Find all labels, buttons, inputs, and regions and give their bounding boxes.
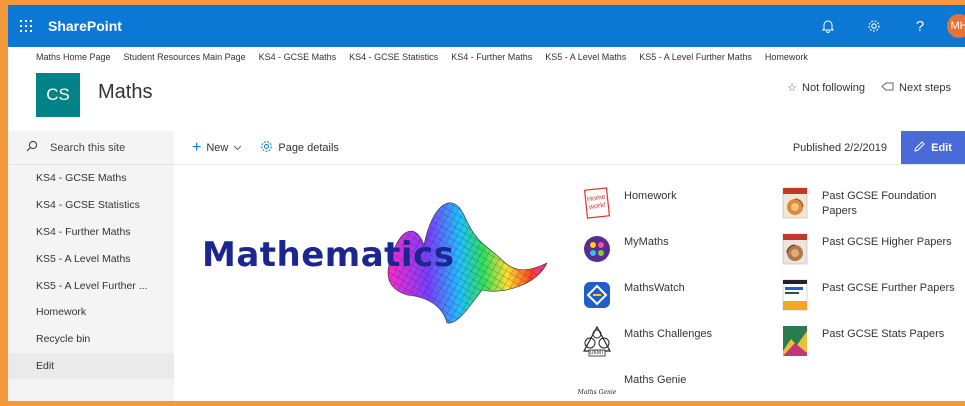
follow-button[interactable]: ☆ Not following bbox=[787, 81, 866, 95]
next-steps-label: Next steps bbox=[899, 81, 951, 94]
quicklink-homework[interactable]: Home work! Homework bbox=[582, 187, 772, 223]
topnav-item[interactable]: Student Resources Main Page bbox=[124, 52, 246, 62]
quicklink-label: Past GCSE Higher Papers bbox=[822, 236, 952, 248]
maths-genie-icon: Maths Genie bbox=[578, 371, 617, 401]
app-name[interactable]: SharePoint bbox=[48, 18, 122, 34]
command-bar: + New Page details Published 2/2/2019 Ed… bbox=[174, 131, 965, 165]
suite-bar: SharePoint ? MH bbox=[8, 5, 965, 47]
plus-icon: + bbox=[192, 138, 202, 156]
quicklink-past-gcse-stats[interactable]: Past GCSE Stats Papers bbox=[780, 325, 965, 361]
avatar[interactable]: MH bbox=[947, 14, 965, 38]
sharepoint-window: SharePoint ? MH Maths Home Page Student … bbox=[8, 5, 965, 401]
nav-item-ks4-gcse-statistics[interactable]: KS4 - GCSE Statistics bbox=[8, 192, 174, 219]
gcse-foundation-cover-icon bbox=[780, 187, 810, 219]
ukmt-icon-text: UKMT bbox=[589, 350, 605, 356]
edit-label: Edit bbox=[931, 141, 952, 154]
page-details-label: Page details bbox=[278, 141, 339, 154]
maths-genie-icon-text: Maths Genie bbox=[577, 388, 617, 396]
quicklink-past-gcse-further[interactable]: Past GCSE Further Papers bbox=[780, 279, 965, 315]
homework-icon-text: Home work! bbox=[586, 193, 607, 212]
quicklink-maths-challenges[interactable]: UKMT Maths Challenges bbox=[582, 325, 772, 361]
topnav-item[interactable]: Homework bbox=[765, 52, 808, 62]
topnav-item[interactable]: KS5 - A Level Further Maths bbox=[639, 52, 752, 62]
star-icon: ☆ bbox=[787, 82, 798, 94]
flag-icon bbox=[881, 82, 894, 94]
gcse-higher-cover-icon bbox=[780, 233, 810, 265]
hero-image[interactable]: Mathematics bbox=[202, 185, 562, 335]
nav-item-ks5-a-level-further[interactable]: KS5 - A Level Further ... bbox=[8, 272, 174, 299]
published-status: Published 2/2/2019 bbox=[792, 142, 887, 154]
page-content: Mathematics Home work! Homework MyMaths bbox=[174, 165, 965, 401]
nav-edit-link[interactable]: Edit bbox=[8, 352, 174, 380]
pencil-icon bbox=[914, 140, 925, 155]
quicklink-label: Past GCSE Stats Papers bbox=[822, 328, 945, 340]
topnav-item[interactable]: KS4 - GCSE Statistics bbox=[349, 52, 438, 62]
topnav-item[interactable]: Maths Home Page bbox=[36, 52, 111, 62]
quicklink-past-gcse-higher[interactable]: Past GCSE Higher Papers bbox=[780, 233, 965, 269]
site-title[interactable]: Maths bbox=[98, 81, 152, 104]
nav-item-ks4-further-maths[interactable]: KS4 - Further Maths bbox=[8, 219, 174, 246]
follow-label: Not following bbox=[802, 81, 866, 94]
topnav-item[interactable]: KS4 - Further Maths bbox=[451, 52, 532, 62]
nav-item-homework[interactable]: Homework bbox=[8, 299, 174, 326]
site-header: CS Maths ☆ Not following Next steps bbox=[8, 67, 965, 131]
topnav-item[interactable]: KS4 - GCSE Maths bbox=[259, 52, 337, 62]
notifications-bell-icon[interactable] bbox=[805, 5, 851, 47]
site-logo[interactable]: CS bbox=[36, 73, 80, 117]
chevron-down-icon bbox=[233, 143, 242, 153]
quicklink-maths-genie[interactable]: Maths Genie Maths Genie bbox=[578, 371, 772, 401]
homework-icon: Home work! bbox=[582, 187, 612, 219]
gcse-stats-cover-icon bbox=[780, 325, 810, 357]
ukmt-icon: UKMT bbox=[582, 325, 612, 357]
help-icon[interactable]: ? bbox=[897, 5, 943, 47]
search-icon bbox=[26, 140, 38, 155]
app-launcher-icon[interactable] bbox=[8, 5, 44, 47]
page-details-button[interactable]: Page details bbox=[260, 140, 339, 156]
topnav-item[interactable]: KS5 - A Level Maths bbox=[545, 52, 626, 62]
quicklink-mathswatch[interactable]: MathsWatch bbox=[582, 279, 772, 315]
nav-item-ks5-a-level-maths[interactable]: KS5 - A Level Maths bbox=[8, 245, 174, 272]
new-button[interactable]: + New bbox=[192, 138, 242, 156]
gcse-further-cover-icon bbox=[780, 279, 810, 311]
hub-navigation: Maths Home Page Student Resources Main P… bbox=[8, 47, 965, 67]
hero-title: Mathematics bbox=[202, 235, 455, 275]
quicklink-label: MathsWatch bbox=[624, 282, 685, 294]
quicklink-mymaths[interactable]: MyMaths bbox=[582, 233, 772, 269]
nav-item-recycle-bin[interactable]: Recycle bin bbox=[8, 326, 174, 353]
search-box[interactable]: Search this site bbox=[8, 131, 174, 165]
quicklink-label: Maths Genie bbox=[624, 374, 687, 386]
edit-button[interactable]: Edit bbox=[901, 131, 965, 164]
gear-icon bbox=[260, 140, 273, 156]
quicklink-label: Past GCSE Further Papers bbox=[822, 282, 955, 294]
left-navigation: Search this site KS4 - GCSE Maths KS4 - … bbox=[8, 131, 174, 401]
quicklink-label: Past GCSE Foundation Papers bbox=[822, 190, 937, 217]
next-steps-button[interactable]: Next steps bbox=[881, 81, 951, 94]
quicklink-label: MyMaths bbox=[624, 236, 669, 248]
quicklink-past-gcse-foundation[interactable]: Past GCSE Foundation Papers bbox=[780, 187, 965, 223]
settings-gear-icon[interactable] bbox=[851, 5, 897, 47]
search-input[interactable]: Search this site bbox=[50, 142, 125, 154]
quicklink-label: Homework bbox=[624, 190, 677, 202]
quicklink-label: Maths Challenges bbox=[624, 328, 713, 340]
new-label: New bbox=[206, 141, 229, 154]
mathswatch-icon bbox=[582, 279, 612, 311]
mymaths-icon bbox=[582, 233, 612, 265]
nav-item-ks4-gcse-maths[interactable]: KS4 - GCSE Maths bbox=[8, 165, 174, 192]
